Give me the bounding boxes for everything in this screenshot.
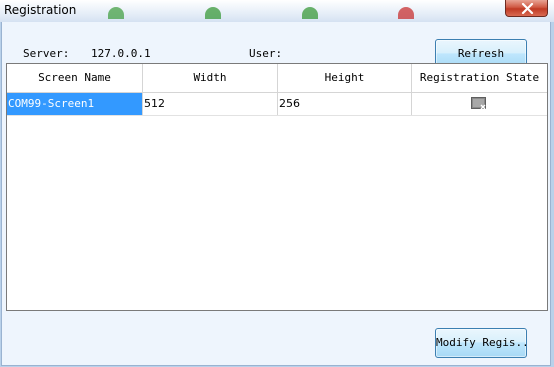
status-dot-icon	[108, 7, 124, 19]
screen-registration-table[interactable]: Screen Name Width Height Registration St…	[6, 63, 548, 311]
column-header-height[interactable]: Height	[278, 64, 412, 92]
column-header-screen-name[interactable]: Screen Name	[7, 64, 143, 92]
user-label: User:	[249, 47, 283, 60]
modify-registration-button[interactable]: Modify Regis...	[435, 328, 527, 358]
registration-window: Registration Server: 127.0.0.1 User: Ref…	[0, 0, 554, 367]
close-button[interactable]	[505, 0, 548, 17]
cell-width[interactable]: 512	[143, 93, 278, 115]
column-header-registration-state[interactable]: Registration State	[412, 64, 547, 92]
window-title: Registration	[4, 3, 77, 17]
status-dot-icon	[398, 7, 414, 19]
cell-registration-state[interactable]	[412, 93, 547, 115]
status-dot-icon	[302, 7, 318, 19]
status-dot-icon	[205, 7, 221, 19]
cell-width-value: 512	[144, 97, 165, 110]
column-header-width[interactable]: Width	[143, 64, 278, 92]
cell-height-value: 256	[279, 97, 300, 110]
cell-height[interactable]: 256	[278, 93, 412, 115]
close-icon	[521, 3, 534, 14]
server-label: Server:	[23, 47, 70, 60]
table-header: Screen Name Width Height Registration St…	[7, 64, 547, 93]
unregistered-screen-icon	[471, 97, 486, 110]
cell-screen-name[interactable]: COM99-Screen1	[7, 93, 143, 115]
table-row[interactable]: COM99-Screen1 512 256	[7, 93, 547, 116]
title-bar[interactable]: Registration	[0, 0, 554, 22]
server-value: 127.0.0.1	[91, 47, 151, 60]
